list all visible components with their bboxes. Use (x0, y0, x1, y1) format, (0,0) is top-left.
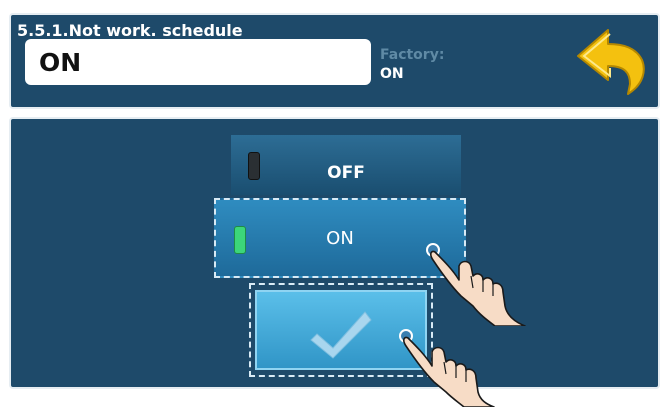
factory-value: ON (380, 66, 404, 82)
factory-label: Factory: (380, 47, 445, 63)
current-value-display: ON (25, 39, 371, 85)
pointing-hand-icon (426, 243, 526, 326)
page-title: 5.5.1.Not work. schedule (17, 21, 243, 40)
back-button[interactable] (572, 26, 648, 96)
current-value-text: ON (39, 48, 82, 77)
pointing-hand-icon (399, 329, 495, 407)
option-off-label: OFF (327, 163, 365, 183)
option-off[interactable]: OFF (231, 135, 461, 195)
back-arrow-icon (577, 29, 645, 95)
